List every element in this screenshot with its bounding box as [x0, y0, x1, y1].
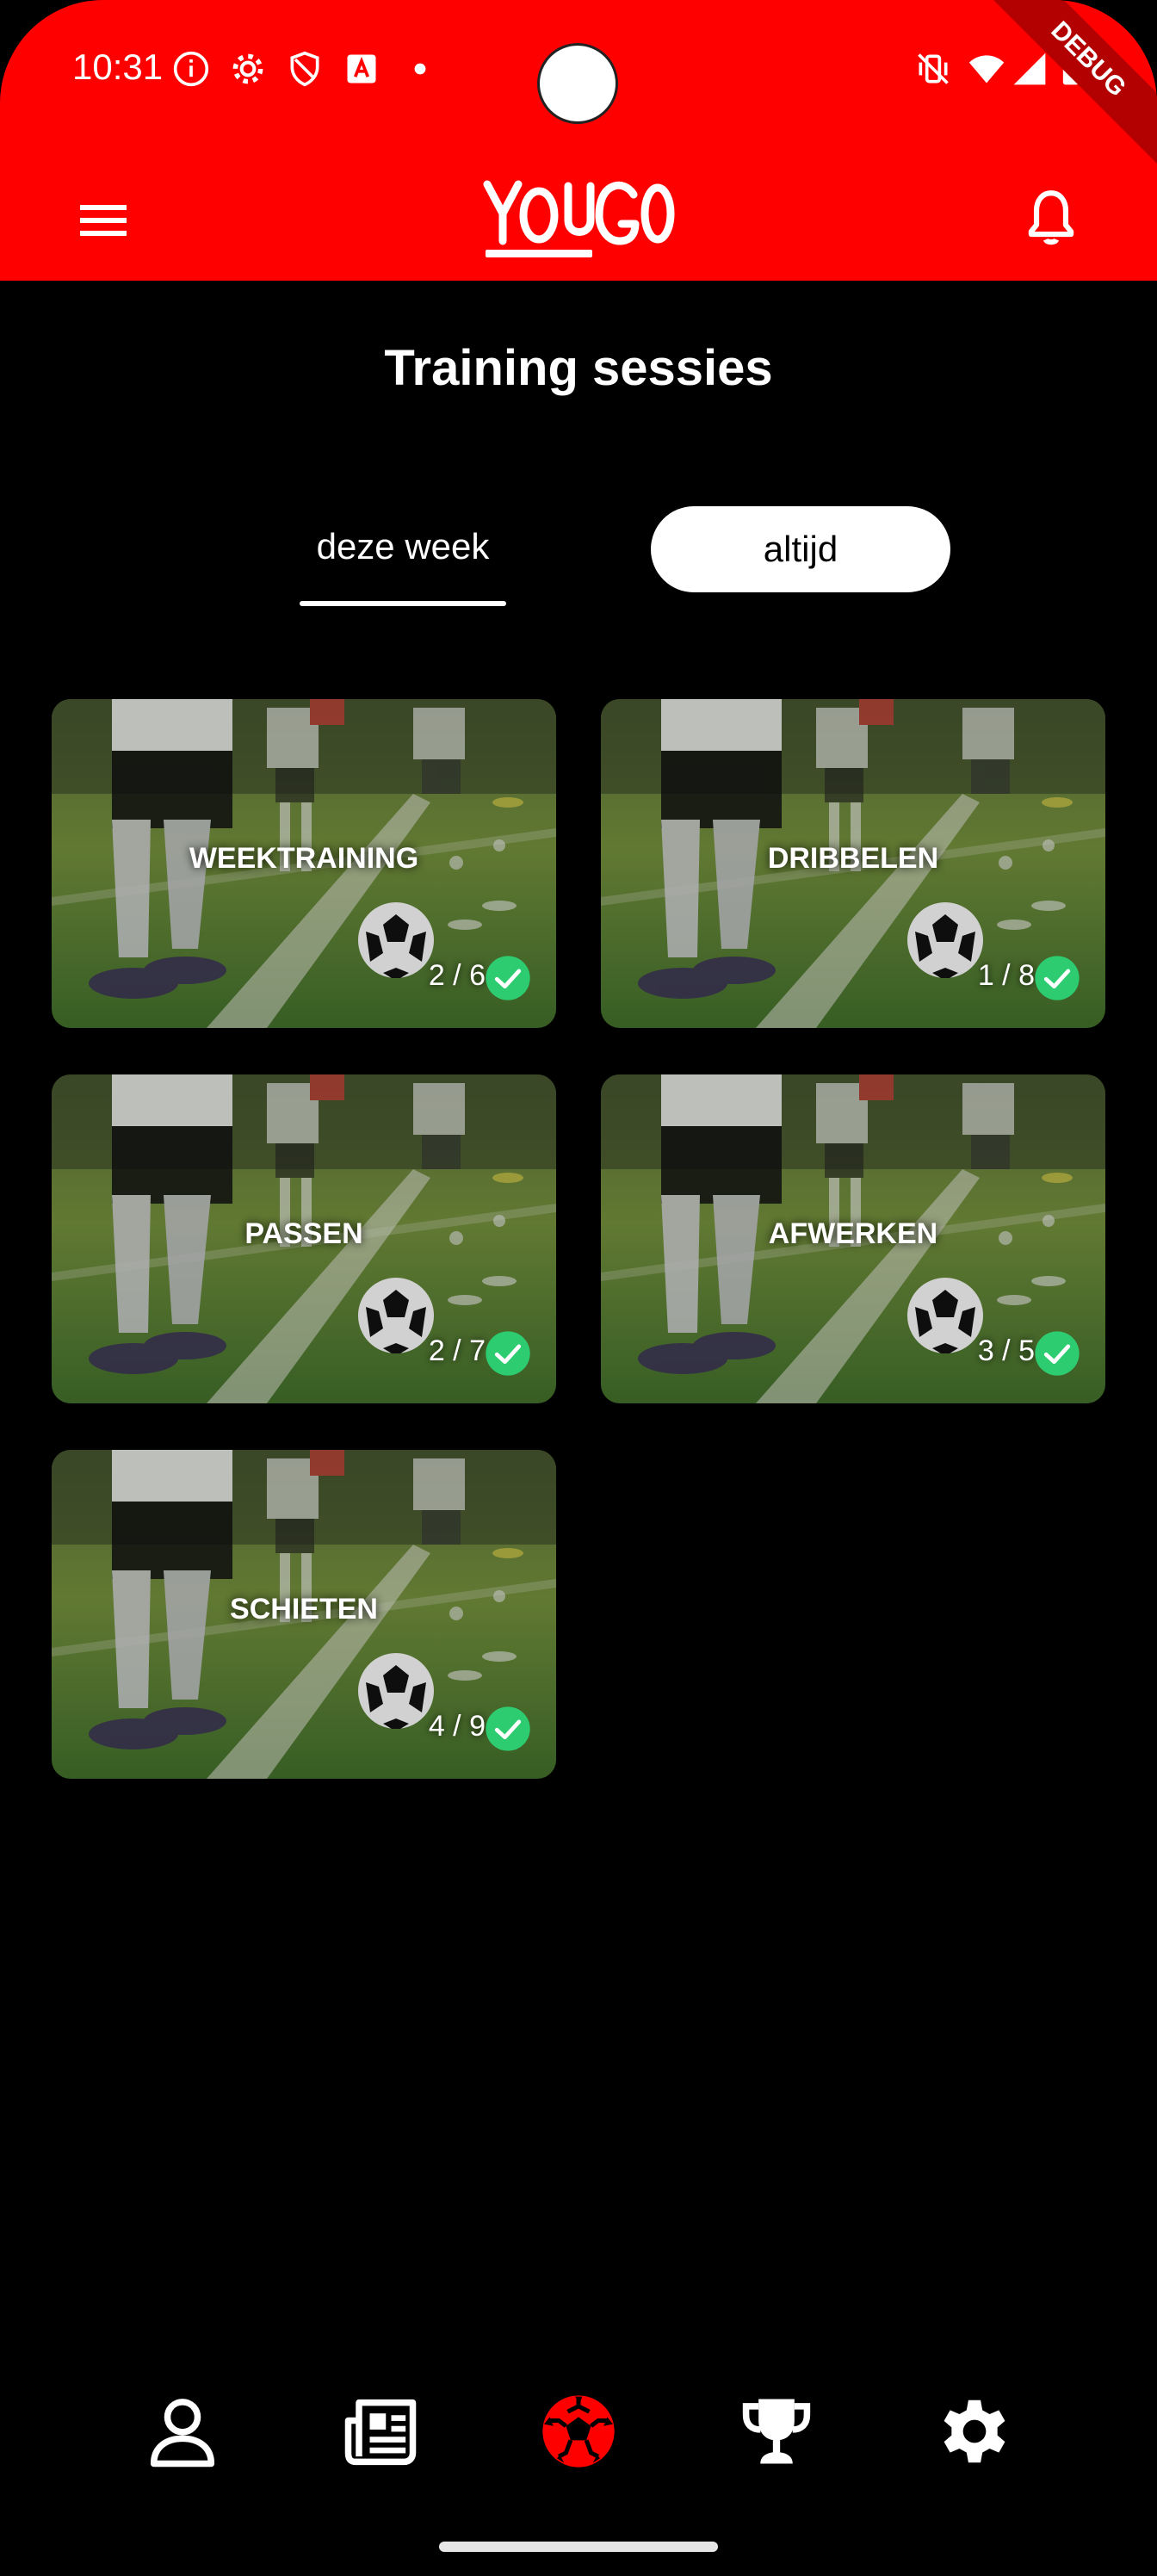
check-circle-icon: [1035, 956, 1080, 1000]
session-card[interactable]: SCHIETEN 4 / 9: [52, 1450, 556, 1779]
tab-this-week-label: deze week: [316, 526, 490, 567]
tab-active-underline: [300, 601, 506, 606]
session-progress: 2 / 7: [428, 1334, 486, 1367]
session-progress: 3 / 5: [977, 1334, 1035, 1367]
session-progress: 2 / 6: [428, 959, 486, 992]
wifi-icon: [968, 55, 1005, 84]
bottom-nav: [0, 2359, 1157, 2497]
profile-icon[interactable]: [139, 2388, 226, 2474]
shield-icon: [290, 51, 319, 87]
news-icon[interactable]: [337, 2388, 424, 2474]
session-title: PASSEN: [244, 1217, 363, 1250]
session-card[interactable]: PASSEN 2 / 7: [52, 1074, 556, 1403]
hamburger-menu-icon[interactable]: [72, 189, 134, 251]
app-screen: 10:31 DEBUG Training sessies deze week a…: [0, 0, 1157, 2576]
yougo-logo: [483, 180, 675, 257]
session-card[interactable]: DRIBBELEN 1 / 8: [601, 699, 1105, 1028]
session-title: AFWERKEN: [768, 1217, 938, 1250]
camera-cutout: [537, 43, 618, 124]
home-indicator[interactable]: [439, 2542, 718, 2552]
settings-icon: [232, 53, 263, 84]
info-icon: [173, 51, 209, 87]
vibrate-icon: [918, 53, 949, 84]
trophy-icon[interactable]: [733, 2388, 820, 2474]
session-title: DRIBBELEN: [767, 842, 939, 875]
session-title: SCHIETEN: [230, 1593, 378, 1625]
check-circle-icon: [486, 956, 530, 1000]
dot-icon: [414, 63, 426, 75]
session-card[interactable]: WEEKTRAINING 2 / 6: [52, 699, 556, 1028]
tab-this-week[interactable]: deze week: [300, 515, 506, 606]
bell-icon[interactable]: [1019, 183, 1083, 251]
a-icon: [347, 54, 376, 84]
signal-icon: [1013, 53, 1046, 85]
settings-icon[interactable]: [931, 2388, 1018, 2474]
check-circle-icon: [486, 1331, 530, 1376]
session-title: WEEKTRAINING: [189, 842, 419, 875]
session-card[interactable]: AFWERKEN 3 / 5: [601, 1074, 1105, 1403]
top-header: 10:31 DEBUG: [0, 0, 1157, 281]
session-progress: 4 / 9: [428, 1710, 486, 1743]
app-bar: [0, 155, 1157, 281]
soccer-ball-icon[interactable]: [535, 2388, 622, 2474]
check-circle-icon: [1035, 1331, 1080, 1376]
session-progress: 1 / 8: [977, 959, 1035, 992]
page-title: Training sessies: [384, 340, 773, 396]
tab-always[interactable]: altijd: [651, 506, 950, 592]
check-circle-icon: [486, 1706, 530, 1751]
status-time: 10:31: [72, 46, 164, 87]
